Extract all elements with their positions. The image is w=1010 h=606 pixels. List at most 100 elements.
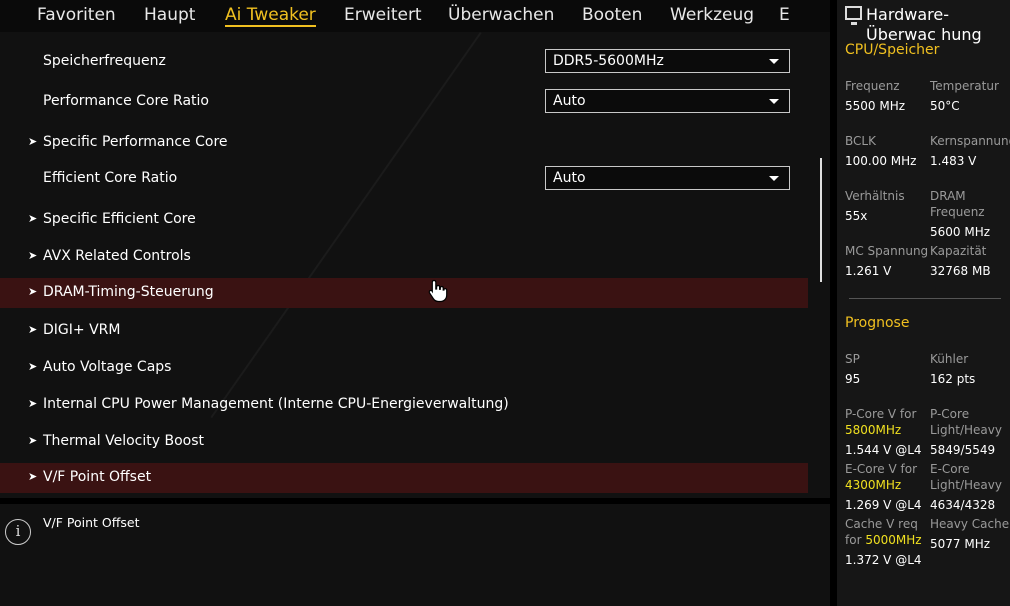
mc-voltage-value: 1.261 V xyxy=(845,264,892,278)
select-value: Auto xyxy=(553,93,586,109)
select-value: Auto xyxy=(553,170,586,186)
submenu-specific-performance-core[interactable]: ➤ Specific Performance Core xyxy=(0,128,808,158)
bclk-label: BCLK xyxy=(845,134,876,148)
ecore-voltage-label: E-Core V for xyxy=(845,462,918,476)
ecore-lh-label: E-Core xyxy=(930,462,970,476)
pcore-lh-value: 5849/5549 xyxy=(930,443,996,457)
hand-cursor-icon xyxy=(428,279,448,303)
cache-voltage-label: Cache V req xyxy=(845,517,918,531)
top-nav: Favoriten Haupt Ai Tweaker Erweitert Übe… xyxy=(0,0,830,32)
info-icon: i xyxy=(5,519,31,545)
arrow-right-icon: ➤ xyxy=(28,135,38,148)
help-text: V/F Point Offset xyxy=(43,515,140,530)
pcore-voltage-value: 1.544 V @L4 xyxy=(845,443,922,457)
arrow-right-icon: ➤ xyxy=(28,470,38,483)
heavy-cache-label: Heavy Cache xyxy=(930,517,1010,531)
freq-label: Frequenz xyxy=(845,79,900,93)
divider xyxy=(830,0,837,606)
setting-row-memory-frequency[interactable]: Speicherfrequenz DDR5-5600MHz xyxy=(0,47,808,77)
help-panel: i V/F Point Offset xyxy=(0,504,830,606)
arrow-right-icon: ➤ xyxy=(28,285,38,298)
heavy-cache-value: 5077 MHz xyxy=(930,537,991,551)
submenu-label: Specific Efficient Core xyxy=(43,211,196,227)
submenu-thermal-velocity-boost[interactable]: ➤ Thermal Velocity Boost xyxy=(0,427,808,457)
tab-werkzeug[interactable]: Werkzeug xyxy=(670,5,754,25)
bclk-value: 100.00 MHz xyxy=(845,154,917,168)
core-voltage-label: Kernspannung xyxy=(930,134,1010,148)
monitor-icon xyxy=(845,6,862,25)
pcore-lh-label: P-Core xyxy=(930,407,970,421)
submenu-label: DIGI+ VRM xyxy=(43,322,121,338)
ecore-voltage-freq: 4300MHz xyxy=(845,478,902,492)
dram-freq-label: Frequenz xyxy=(930,205,985,219)
pcore-voltage-freq: 5800MHz xyxy=(845,423,902,437)
select-value: DDR5-5600MHz xyxy=(553,53,664,69)
temp-value: 50°C xyxy=(930,99,960,113)
setting-label: Speicherfrequenz xyxy=(43,53,166,69)
chevron-down-icon xyxy=(769,176,779,181)
arrow-right-icon: ➤ xyxy=(28,323,38,336)
divider xyxy=(849,298,1001,299)
cache-voltage-freq: 5000MHz xyxy=(865,533,922,547)
pcore-voltage-label: P-Core V for xyxy=(845,407,917,421)
arrow-right-icon: ➤ xyxy=(28,434,38,447)
submenu-label: Thermal Velocity Boost xyxy=(43,433,204,449)
chevron-down-icon xyxy=(769,99,779,104)
settings-panel: Speicherfrequenz DDR5-5600MHz Performanc… xyxy=(0,32,830,498)
submenu-internal-cpu-power-management[interactable]: ➤ Internal CPU Power Management (Interne… xyxy=(0,390,808,420)
pcore-lh-label: Light/Heavy xyxy=(930,423,1002,437)
submenu-digi-vrm[interactable]: ➤ DIGI+ VRM xyxy=(0,316,808,346)
tab-favoriten[interactable]: Favoriten xyxy=(37,5,116,25)
submenu-label: DRAM-Timing-Steuerung xyxy=(43,284,214,300)
submenu-label: V/F Point Offset xyxy=(43,469,152,485)
submenu-specific-efficient-core[interactable]: ➤ Specific Efficient Core xyxy=(0,205,808,235)
capacity-value: 32768 MB xyxy=(930,264,991,278)
setting-label: Efficient Core Ratio xyxy=(43,170,178,186)
hardware-monitor-panel: Hardware-Überwac hung CPU/Speicher Frequ… xyxy=(837,0,1010,606)
tab-ueberwachen[interactable]: Überwachen xyxy=(448,5,554,25)
cache-voltage-label: for 5000MHz xyxy=(845,532,922,548)
scrollbar[interactable] xyxy=(820,158,822,282)
submenu-dram-timing[interactable]: ➤ DRAM-Timing-Steuerung xyxy=(0,278,808,308)
tab-erweitert[interactable]: Erweitert xyxy=(344,5,422,25)
mc-voltage-label: MC Spannung xyxy=(845,244,929,258)
arrow-right-icon: ➤ xyxy=(28,360,38,373)
ecore-voltage-value: 1.269 V @L4 xyxy=(845,498,922,512)
arrow-right-icon: ➤ xyxy=(28,212,38,225)
sp-value: 95 xyxy=(845,372,861,386)
submenu-avx-related-controls[interactable]: ➤ AVX Related Controls xyxy=(0,242,808,272)
ecore-lh-label: Light/Heavy xyxy=(930,478,1002,492)
tab-booten[interactable]: Booten xyxy=(582,5,642,25)
setting-row-performance-core-ratio[interactable]: Performance Core Ratio Auto xyxy=(0,87,808,117)
submenu-auto-voltage-caps[interactable]: ➤ Auto Voltage Caps xyxy=(0,353,808,383)
dram-freq-label: DRAM xyxy=(930,189,966,203)
cache-voltage-value: 1.372 V @L4 xyxy=(845,553,922,567)
ratio-value: 55x xyxy=(845,209,868,223)
section-cpu-memory: CPU/Speicher xyxy=(845,42,940,58)
submenu-vf-point-offset[interactable]: ➤ V/F Point Offset xyxy=(0,463,808,493)
core-voltage-value: 1.483 V xyxy=(930,154,977,168)
memory-frequency-select[interactable]: DDR5-5600MHz xyxy=(545,49,790,73)
submenu-label: Specific Performance Core xyxy=(43,134,228,150)
cooler-value: 162 pts xyxy=(930,372,976,386)
ecore-lh-value: 4634/4328 xyxy=(930,498,996,512)
temp-label: Temperatur xyxy=(930,79,999,93)
setting-label: Performance Core Ratio xyxy=(43,93,209,109)
efficient-core-ratio-select[interactable]: Auto xyxy=(545,166,790,190)
freq-value: 5500 MHz xyxy=(845,99,906,113)
sp-label: SP xyxy=(845,352,860,366)
performance-core-ratio-select[interactable]: Auto xyxy=(545,89,790,113)
section-prognose: Prognose xyxy=(845,315,910,331)
tab-haupt[interactable]: Haupt xyxy=(144,5,195,25)
hardware-monitor-title: Hardware-Überwac hung xyxy=(866,5,982,44)
ratio-label: Verhältnis xyxy=(845,189,905,203)
arrow-right-icon: ➤ xyxy=(28,249,38,262)
cooler-label: Kühler xyxy=(930,352,969,366)
tab-exit-partial[interactable]: E xyxy=(779,5,790,25)
capacity-label: Kapazität xyxy=(930,244,987,258)
tab-ai-tweaker[interactable]: Ai Tweaker xyxy=(225,5,316,27)
arrow-right-icon: ➤ xyxy=(28,397,38,410)
setting-row-efficient-core-ratio[interactable]: Efficient Core Ratio Auto xyxy=(0,164,808,194)
submenu-label: Auto Voltage Caps xyxy=(43,359,172,375)
cache-voltage-for: for xyxy=(845,533,862,547)
